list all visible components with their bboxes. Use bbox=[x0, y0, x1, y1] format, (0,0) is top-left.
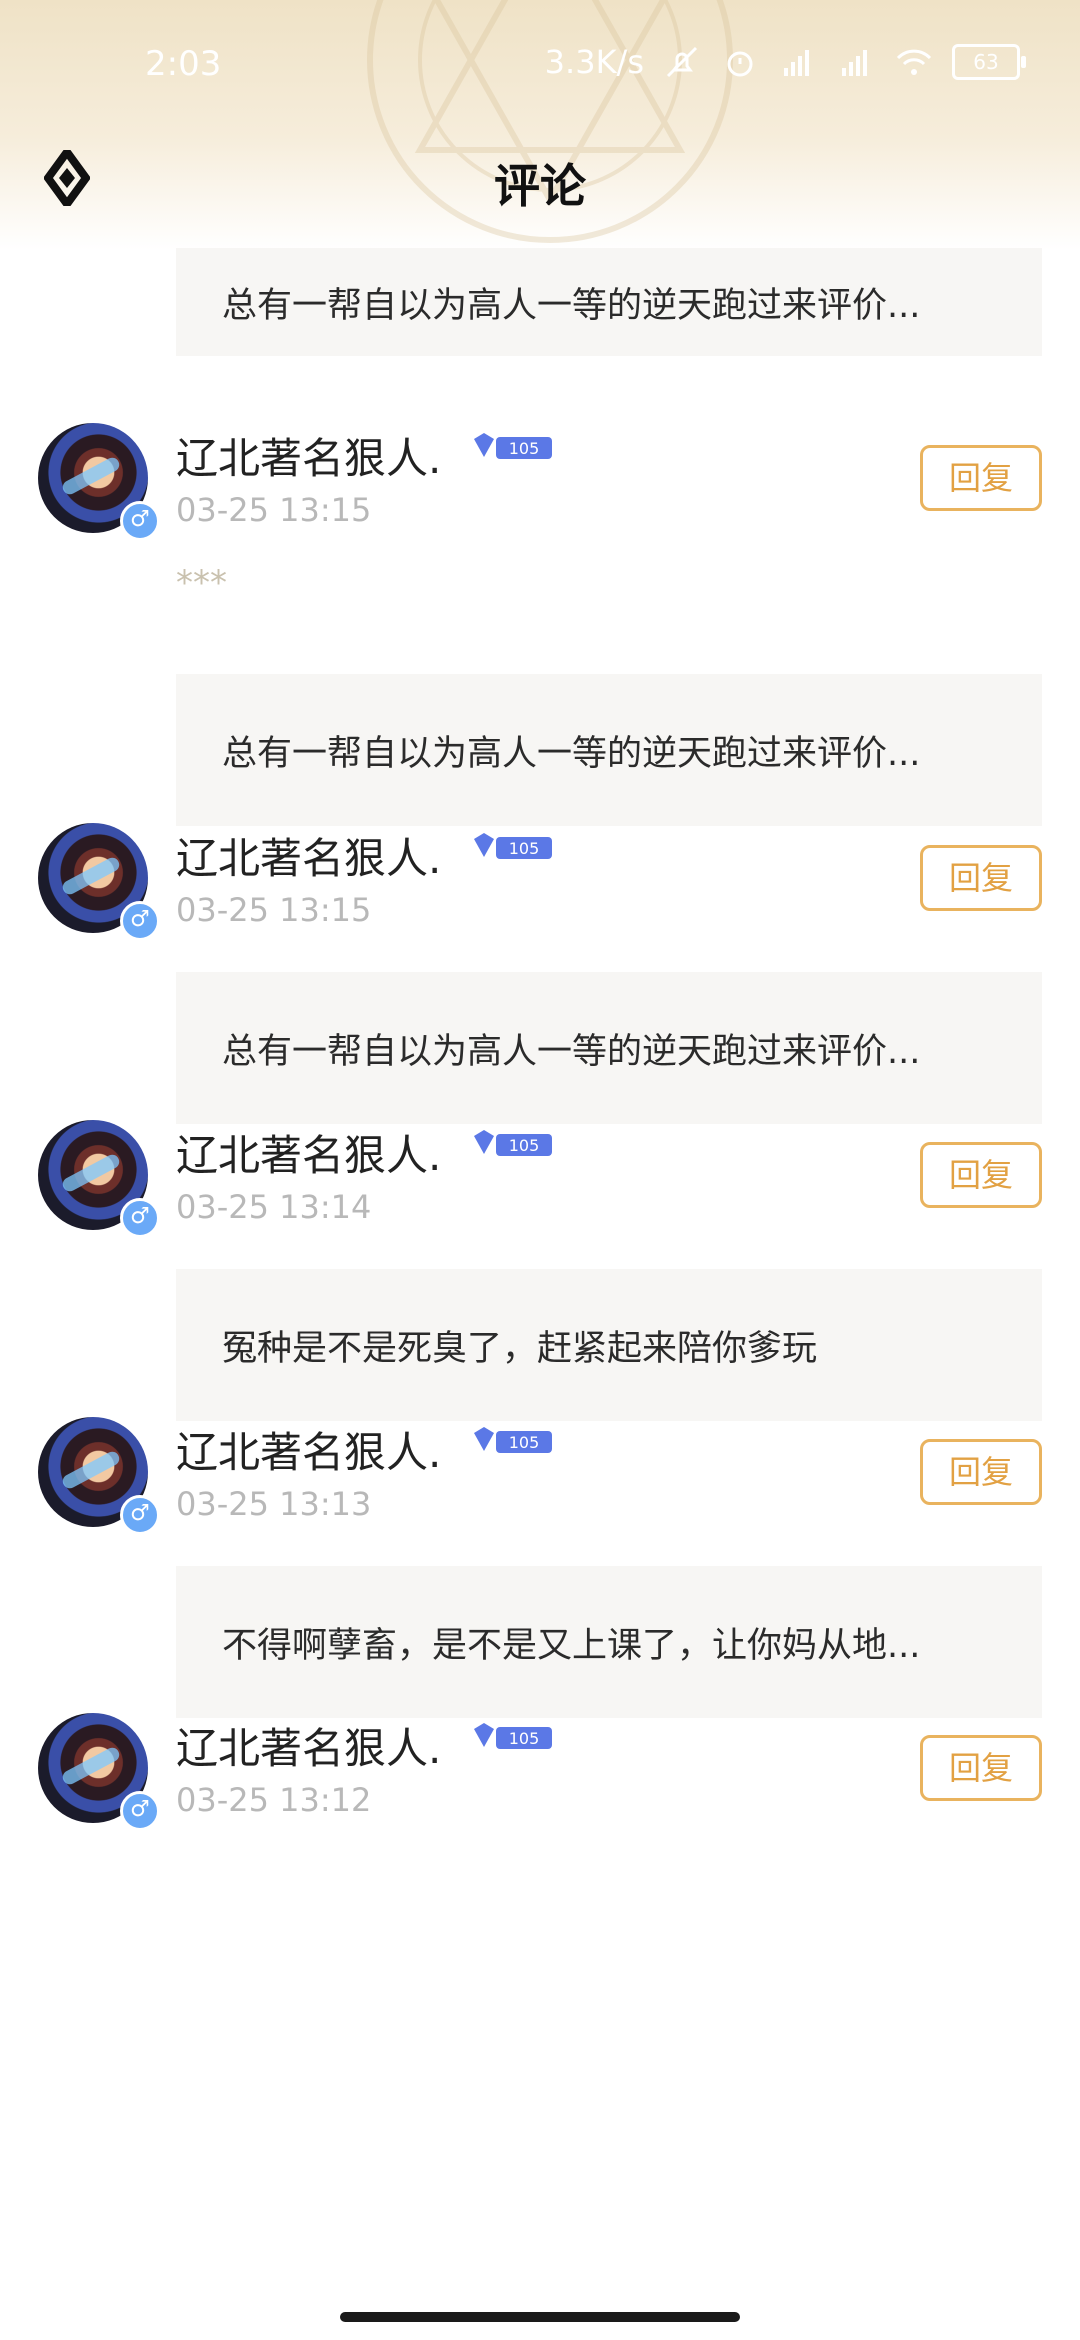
quoted-comment[interactable]: 总有一帮自以为高人一等的逆天跑过来评价... bbox=[176, 248, 1042, 356]
reply-button[interactable]: 回复 bbox=[920, 1142, 1042, 1208]
reply-button[interactable]: 回复 bbox=[920, 1439, 1042, 1505]
comment-time: 03-25 13:15 bbox=[176, 491, 372, 529]
battery-icon: 63 bbox=[952, 44, 1026, 80]
avatar-effect bbox=[60, 1449, 122, 1491]
status-time: 2:03 bbox=[145, 44, 222, 84]
svg-text:105: 105 bbox=[509, 1729, 540, 1748]
page-title: 评论 bbox=[494, 159, 586, 213]
username[interactable]: 辽北著名狠人. bbox=[176, 825, 441, 886]
quoted-comment-text: 不得啊孽畜，是不是又上课了，让你妈从地... bbox=[222, 1625, 921, 1666]
comment-time: 03-25 13:13 bbox=[176, 1485, 372, 1523]
network-speed: 3.3K/s bbox=[544, 43, 644, 81]
male-gender-icon: ♂ bbox=[120, 1495, 160, 1535]
avatar-effect bbox=[60, 1152, 122, 1194]
svg-text:105: 105 bbox=[509, 439, 540, 458]
svg-text:105: 105 bbox=[509, 1433, 540, 1452]
male-gender-icon: ♂ bbox=[120, 1791, 160, 1831]
vip-level-badge-icon: 105 bbox=[474, 833, 552, 859]
alarm-icon bbox=[727, 51, 753, 77]
comment-time: 03-25 13:14 bbox=[176, 1188, 372, 1226]
signal-icon-2 bbox=[842, 50, 867, 76]
svg-text:105: 105 bbox=[509, 1136, 540, 1155]
status-bar: 2:03 3.3K/s 63 bbox=[0, 34, 1080, 94]
username[interactable]: 辽北著名狠人. bbox=[176, 1419, 441, 1480]
male-gender-icon: ♂ bbox=[120, 901, 160, 941]
username[interactable]: 辽北著名狠人. bbox=[176, 425, 441, 486]
status-icons: 3.3K/s 63 bbox=[544, 42, 1026, 82]
quoted-comment[interactable]: 总有一帮自以为高人一等的逆天跑过来评价... bbox=[176, 972, 1042, 1124]
wifi-icon bbox=[896, 49, 932, 75]
avatar-effect bbox=[60, 855, 122, 897]
reply-button[interactable]: 回复 bbox=[920, 445, 1042, 511]
svg-text:105: 105 bbox=[509, 839, 540, 858]
quoted-comment-text: 总有一帮自以为高人一等的逆天跑过来评价... bbox=[222, 1031, 921, 1072]
quoted-comment[interactable]: 冤种是不是死臭了，赶紧起来陪你爹玩 bbox=[176, 1269, 1042, 1421]
vip-level-badge-icon: 105 bbox=[474, 1427, 552, 1453]
avatar-effect bbox=[60, 1745, 122, 1787]
top-banner: 2:03 3.3K/s 63 评论 bbox=[0, 0, 1080, 250]
username[interactable]: 辽北著名狠人. bbox=[176, 1715, 441, 1776]
comment-time: 03-25 13:12 bbox=[176, 1781, 372, 1819]
quoted-comment-text: 总有一帮自以为高人一等的逆天跑过来评价... bbox=[222, 285, 921, 326]
comment-item: ♂ 辽北著名狠人. 105 03-25 13:12 回复 bbox=[0, 1713, 1080, 2043]
home-indicator[interactable] bbox=[340, 2312, 740, 2322]
signal-icon bbox=[784, 50, 809, 76]
male-gender-icon: ♂ bbox=[120, 1198, 160, 1238]
vip-level-badge-icon: 105 bbox=[474, 433, 552, 459]
reply-button[interactable]: 回复 bbox=[920, 845, 1042, 911]
avatar-effect bbox=[60, 455, 122, 497]
vip-level-badge-icon: 105 bbox=[474, 1723, 552, 1749]
mute-bell-icon bbox=[666, 46, 698, 78]
quoted-comment-text: 冤种是不是死臭了，赶紧起来陪你爹玩 bbox=[222, 1328, 818, 1369]
male-gender-icon: ♂ bbox=[120, 501, 160, 541]
username[interactable]: 辽北著名狠人. bbox=[176, 1122, 441, 1183]
quoted-comment[interactable]: 不得啊孽畜，是不是又上课了，让你妈从地... bbox=[176, 1566, 1042, 1718]
reply-button[interactable]: 回复 bbox=[920, 1735, 1042, 1801]
comment-time: 03-25 13:15 bbox=[176, 891, 372, 929]
vip-level-badge-icon: 105 bbox=[474, 1130, 552, 1156]
